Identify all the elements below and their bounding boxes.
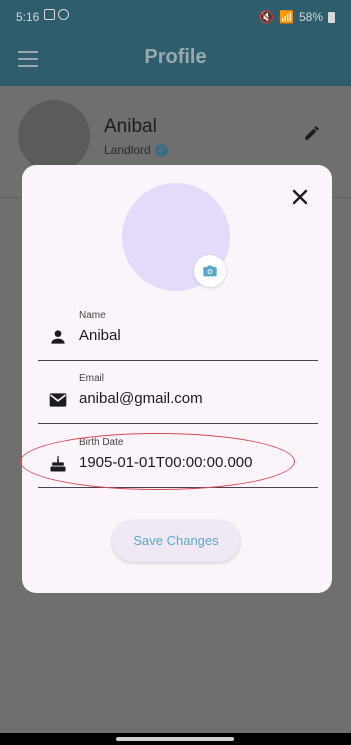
battery-percent: 58% — [298, 10, 323, 24]
page-title: Profile — [144, 46, 207, 68]
email-label: Email — [79, 373, 105, 384]
camera-icon — [203, 265, 217, 277]
status-bar: 5:16 🔇 📶 58% — [0, 0, 351, 34]
avatar — [18, 100, 90, 172]
name-input[interactable]: Anibal — [79, 327, 121, 344]
email-input[interactable]: anibal@gmail.com — [79, 390, 203, 407]
system-icons: 🔇 📶 58% — [259, 10, 335, 24]
whatsapp-icon — [58, 9, 69, 20]
system-nav-bar — [0, 733, 351, 745]
email-field[interactable]: Email anibal@gmail.com — [38, 364, 318, 424]
save-changes-button[interactable]: Save Changes — [112, 520, 240, 562]
role-label: Landlord — [104, 143, 151, 157]
signal-icon: 📶 — [279, 10, 294, 24]
mail-icon — [49, 393, 67, 407]
app-bar: Profile — [0, 34, 351, 86]
edit-icon[interactable] — [303, 124, 321, 142]
gallery-icon — [44, 9, 55, 20]
close-icon[interactable] — [288, 185, 312, 209]
person-icon — [51, 330, 65, 344]
edit-profile-dialog: Name Anibal Email anibal@gmail.com Birth… — [22, 165, 332, 593]
status-time: 5:16 — [16, 10, 40, 24]
home-gesture-handle[interactable] — [116, 737, 234, 741]
battery-icon — [328, 11, 335, 23]
notification-icons — [44, 9, 69, 20]
name-field[interactable]: Name Anibal — [38, 301, 318, 361]
verified-icon: ✓ — [154, 143, 168, 157]
name-label: Name — [79, 310, 106, 321]
profile-role: Landlord ✓ — [104, 143, 168, 157]
annotation-ellipse — [20, 433, 295, 490]
profile-name: Anibal — [104, 116, 157, 137]
mute-icon: 🔇 — [259, 10, 275, 24]
change-photo-button[interactable] — [194, 255, 226, 287]
